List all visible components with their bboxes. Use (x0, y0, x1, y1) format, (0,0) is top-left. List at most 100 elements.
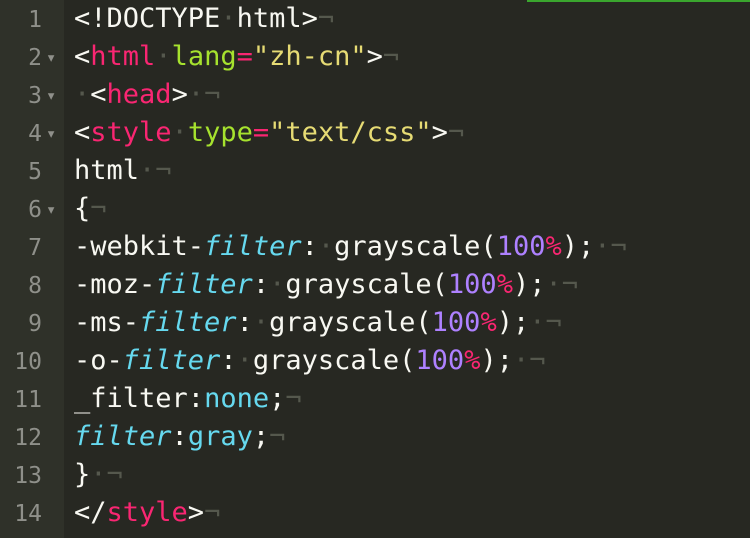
line-number: 9 (28, 311, 42, 337)
code-token: = (252, 117, 270, 148)
code-token: > (171, 79, 188, 110)
code-token: ); (512, 269, 546, 300)
fold-arrow-icon[interactable]: ▾ (46, 84, 56, 108)
code-text[interactable]: ·<head>·¬ (74, 78, 220, 112)
code-token: : (171, 421, 188, 452)
code-text[interactable]: html·¬ (74, 154, 172, 188)
whitespace-marker: · (139, 155, 156, 186)
whitespace-marker: · (236, 345, 253, 376)
whitespace-marker: · (220, 3, 237, 34)
line-number: 2 (28, 45, 42, 71)
code-token: -webkit- (74, 231, 205, 262)
code-line-row[interactable]: 2 ▾ <html·lang="zh-cn">¬ (0, 38, 750, 76)
code-text[interactable]: -o-filter:·grayscale(100%);·¬ (74, 344, 546, 378)
line-number: 11 (14, 387, 42, 413)
code-token: -o- (74, 345, 123, 376)
code-token: type (187, 117, 253, 148)
code-token: > (431, 117, 448, 148)
code-editor[interactable]: 1 <!DOCTYPE·html>¬ 2 ▾ <html·lang="zh-cn">¬ 3… (0, 0, 750, 538)
code-token: % (496, 269, 513, 300)
whitespace-marker: ¬ (204, 79, 221, 110)
code-line-row[interactable]: 10 -o-filter:·grayscale(100%);·¬ (0, 342, 750, 380)
whitespace-marker: · (269, 269, 286, 300)
code-token: ); (496, 307, 530, 338)
code-token: filter (204, 231, 302, 262)
line-number: 6 (28, 197, 42, 223)
code-line-row[interactable]: 9 -ms-filter:·grayscale(100%);·¬ (0, 304, 750, 342)
code-token: > (187, 497, 205, 528)
code-line-row[interactable]: 12 filter:gray;¬ (0, 418, 750, 456)
code-text[interactable]: _filter:none;¬ (74, 382, 302, 416)
code-token: filter (155, 269, 253, 300)
whitespace-marker: ¬ (204, 497, 221, 528)
whitespace-marker: · (155, 41, 172, 72)
code-token: -moz- (74, 269, 156, 300)
code-token: lang (171, 41, 237, 72)
code-text[interactable]: <html·lang="zh-cn">¬ (74, 40, 399, 74)
whitespace-marker: ¬ (90, 193, 107, 224)
whitespace-marker: ¬ (317, 3, 335, 34)
whitespace-marker: · (74, 79, 91, 110)
code-token: filter (74, 421, 172, 452)
whitespace-marker: ¬ (529, 345, 546, 376)
code-line-row[interactable]: 8 -moz-filter:·grayscale(100%);·¬ (0, 266, 750, 304)
code-line-row[interactable]: 4 ▾ <style·type="text/css">¬ (0, 114, 750, 152)
line-number: 4 (28, 121, 42, 147)
code-text[interactable]: }·¬ (74, 458, 123, 492)
whitespace-marker: ¬ (561, 269, 579, 300)
code-token: filter (122, 345, 221, 376)
fold-arrow-icon[interactable]: ▾ (46, 198, 56, 222)
code-token: % (480, 307, 497, 338)
line-number: 3 (28, 83, 42, 109)
line-number: 10 (14, 349, 42, 375)
code-text[interactable]: -webkit-filter:·grayscale(100%);·¬ (74, 230, 627, 264)
code-text[interactable]: -ms-filter:·grayscale(100%);·¬ (74, 306, 562, 340)
whitespace-marker: · (90, 459, 107, 490)
code-token: "zh-cn" (252, 41, 367, 72)
line-number: 5 (28, 159, 42, 185)
code-text[interactable]: -moz-filter:·grayscale(100%);·¬ (74, 268, 578, 302)
fold-arrow-icon[interactable]: ▾ (46, 46, 56, 70)
whitespace-marker: ¬ (447, 117, 465, 148)
code-token: ; (252, 421, 270, 452)
code-token: gray (187, 421, 253, 452)
code-line-row[interactable]: 5 html·¬ (0, 152, 750, 190)
code-text[interactable]: filter:gray;¬ (74, 420, 285, 454)
whitespace-marker: ¬ (382, 41, 400, 72)
code-token: 100 (447, 269, 497, 300)
code-token: ); (561, 231, 595, 262)
whitespace-marker: · (187, 79, 205, 110)
code-token: grayscale( (334, 231, 497, 262)
whitespace-marker: ¬ (269, 421, 286, 452)
whitespace-marker: · (317, 231, 335, 262)
code-token: html (90, 41, 156, 72)
code-text[interactable]: <style·type="text/css">¬ (74, 116, 464, 150)
code-token: : (220, 345, 237, 376)
code-token: style (106, 497, 188, 528)
whitespace-marker: · (512, 345, 530, 376)
code-text[interactable]: <!DOCTYPE·html>¬ (74, 2, 334, 36)
code-token: ); (480, 345, 513, 376)
code-text[interactable]: </style>¬ (74, 496, 220, 530)
code-token: _filter (74, 383, 188, 414)
code-line-row[interactable]: 13 }·¬ (0, 456, 750, 494)
code-token: : (236, 307, 253, 338)
line-number: 8 (28, 273, 42, 299)
code-token: 100 (496, 231, 546, 262)
code-line-row[interactable]: 14 </style>¬ (0, 494, 750, 532)
code-token: % (464, 345, 481, 376)
code-line-row[interactable]: 11 _filter:none;¬ (0, 380, 750, 418)
fold-arrow-icon[interactable]: ▾ (46, 122, 56, 146)
code-token: grayscale( (252, 345, 416, 376)
code-line-row[interactable]: 1 <!DOCTYPE·html>¬ (0, 0, 750, 38)
code-token: : (301, 231, 318, 262)
code-line-row[interactable]: 3 ▾ ·<head>·¬ (0, 76, 750, 114)
code-token: > (366, 41, 383, 72)
whitespace-marker: · (529, 307, 546, 338)
line-number: 13 (14, 463, 42, 489)
line-number: 12 (14, 425, 42, 451)
code-text[interactable]: {¬ (74, 192, 107, 226)
line-number: 7 (28, 235, 42, 261)
code-line-row[interactable]: 7 -webkit-filter:·grayscale(100%);·¬ (0, 228, 750, 266)
code-line-row[interactable]: 6 ▾ {¬ (0, 190, 750, 228)
